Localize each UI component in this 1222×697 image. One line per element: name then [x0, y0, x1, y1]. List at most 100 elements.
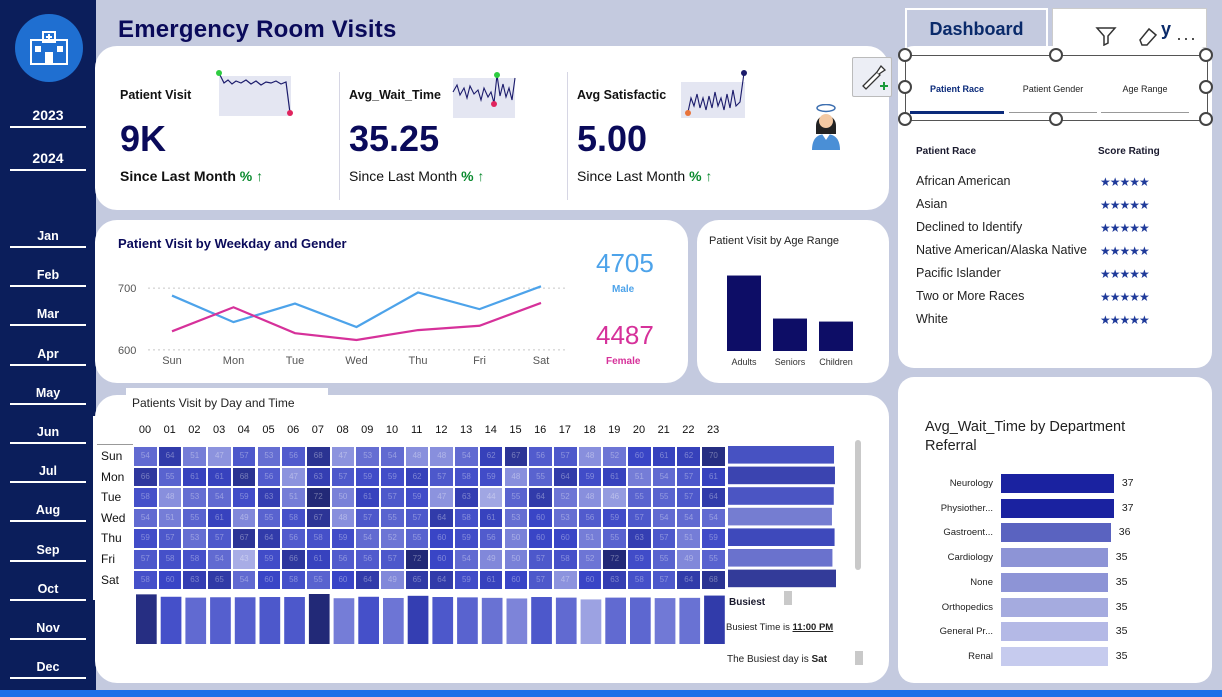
heatmap-cell[interactable]: 58 — [305, 528, 331, 549]
heatmap-cell[interactable]: 54 — [676, 507, 702, 529]
heatmap-cell[interactable]: 49 — [676, 549, 702, 570]
heatmap-cell[interactable]: 59 — [133, 528, 158, 549]
month-filter-button[interactable]: Apr — [10, 347, 86, 366]
heatmap-cell[interactable]: 64 — [552, 466, 578, 488]
heatmap-cell[interactable]: 53 — [355, 446, 380, 467]
heatmap-cell[interactable]: 57 — [380, 487, 405, 508]
heatmap-cell[interactable]: 59 — [330, 528, 356, 549]
heatmap-cell[interactable]: 47 — [330, 446, 356, 467]
heatmap-cell[interactable]: 52 — [602, 446, 627, 467]
heatmap-cell[interactable]: 61 — [701, 466, 726, 488]
heatmap-cell[interactable]: 58 — [281, 569, 306, 591]
heatmap-cell[interactable]: 63 — [256, 487, 282, 508]
heatmap-cell[interactable]: 53 — [182, 487, 208, 508]
heatmap-cell[interactable]: 47 — [429, 487, 455, 508]
heatmap-cell[interactable]: 63 — [182, 569, 208, 591]
heatmap-cell[interactable]: 51 — [627, 466, 652, 488]
heatmap-cell[interactable]: 54 — [651, 466, 677, 488]
heatmap-cell[interactable]: 57 — [528, 549, 553, 570]
heatmap-cell[interactable]: 56 — [330, 549, 356, 570]
heatmap-cell[interactable]: 51 — [157, 507, 183, 529]
heatmap-cell[interactable]: 53 — [552, 507, 578, 529]
heatmap-cell[interactable]: 72 — [404, 549, 430, 570]
heatmap-cell[interactable]: 63 — [602, 569, 627, 591]
heatmap-cell[interactable]: 52 — [552, 487, 578, 508]
heatmap-cell[interactable]: 55 — [182, 507, 208, 529]
heatmap-cell[interactable]: 48 — [404, 446, 430, 467]
heatmap-cell[interactable]: 59 — [577, 466, 603, 488]
month-filter-button[interactable]: Mar — [10, 307, 86, 327]
month-filter-button[interactable]: Dec — [10, 660, 86, 680]
heatmap-cell[interactable]: 60 — [627, 446, 652, 467]
resize-handle[interactable] — [1199, 112, 1213, 126]
heatmap-cell[interactable]: 48 — [503, 466, 529, 488]
heatmap-cell[interactable]: 54 — [651, 507, 677, 529]
heatmap-cell[interactable]: 62 — [404, 466, 430, 488]
tab-patient-race[interactable]: Patient Race — [910, 84, 1004, 94]
heatmap-cell[interactable]: 55 — [503, 487, 529, 508]
heatmap-cell[interactable]: 59 — [454, 569, 479, 591]
heatmap-cell[interactable]: 64 — [429, 569, 455, 591]
heatmap-cell[interactable]: 55 — [404, 528, 430, 549]
resize-handle[interactable] — [898, 80, 912, 94]
heatmap-cell[interactable]: 60 — [528, 507, 553, 529]
heatmap-cell[interactable]: 55 — [256, 507, 282, 529]
month-filter-button[interactable]: Sep — [10, 543, 86, 562]
heatmap-cell[interactable]: 51 — [577, 528, 603, 549]
heatmap-cell[interactable]: 54 — [454, 549, 479, 570]
heatmap-cell[interactable]: 51 — [676, 528, 702, 549]
heatmap-cell[interactable]: 50 — [330, 487, 356, 508]
heatmap-cell[interactable]: 64 — [528, 487, 553, 508]
heatmap-cell[interactable]: 57 — [207, 528, 232, 549]
heatmap-cell[interactable]: 54 — [207, 487, 232, 508]
eraser-icon[interactable] — [1136, 24, 1160, 48]
heatmap-cell[interactable]: 58 — [133, 487, 158, 508]
heatmap-cell[interactable]: 60 — [256, 569, 282, 591]
heatmap-cell[interactable]: 58 — [182, 549, 208, 570]
heatmap-cell[interactable]: 58 — [627, 569, 652, 591]
heatmap-cell[interactable]: 60 — [157, 569, 183, 591]
heatmap-cell[interactable]: 63 — [627, 528, 652, 549]
heatmap-cell[interactable]: 54 — [355, 528, 380, 549]
resize-handle[interactable] — [1049, 48, 1063, 62]
heatmap-cell[interactable]: 55 — [627, 487, 652, 508]
heatmap-cell[interactable]: 53 — [503, 507, 529, 529]
heatmap-cell[interactable]: 55 — [380, 507, 405, 529]
heatmap-cell[interactable]: 57 — [676, 487, 702, 508]
heatmap-cell[interactable]: 53 — [182, 528, 208, 549]
heatmap-cell[interactable]: 61 — [305, 549, 331, 570]
heatmap-cell[interactable]: 43 — [231, 549, 257, 570]
heatmap-cell[interactable]: 48 — [577, 487, 603, 508]
heatmap-cell[interactable]: 55 — [701, 549, 726, 570]
heatmap-cell[interactable]: 50 — [503, 528, 529, 549]
heatmap-cell[interactable]: 60 — [503, 569, 529, 591]
heatmap-cell[interactable]: 60 — [528, 528, 553, 549]
heatmap-cell[interactable]: 60 — [330, 569, 356, 591]
heatmap-cell[interactable]: 59 — [256, 549, 282, 570]
heatmap-cell[interactable]: 67 — [231, 528, 257, 549]
heatmap-cell[interactable]: 57 — [676, 466, 702, 488]
heatmap-scrollbar[interactable] — [855, 440, 861, 570]
month-filter-button[interactable]: Nov — [10, 621, 86, 640]
heatmap-cell[interactable]: 59 — [404, 487, 430, 508]
heatmap-cell[interactable]: 64 — [701, 487, 726, 508]
heatmap-cell[interactable]: 57 — [355, 507, 380, 529]
heatmap-cell[interactable]: 61 — [182, 466, 208, 488]
heatmap-cell[interactable]: 63 — [454, 487, 479, 508]
heatmap-cell[interactable]: 47 — [552, 569, 578, 591]
heatmap-cell[interactable]: 57 — [330, 466, 356, 488]
month-filter-button[interactable]: Oct — [10, 582, 86, 601]
heatmap-cell[interactable]: 54 — [380, 446, 405, 467]
heatmap-cell[interactable]: 56 — [478, 528, 504, 549]
heatmap-cell[interactable]: 59 — [355, 466, 380, 488]
heatmap-cell[interactable]: 59 — [454, 528, 479, 549]
month-filter-button[interactable]: Jun — [10, 425, 86, 444]
heatmap-cell[interactable]: 57 — [651, 569, 677, 591]
dashboard-nav-button[interactable]: Dashboard — [905, 8, 1048, 48]
heatmap-cell[interactable]: 51 — [281, 487, 306, 508]
heatmap-cell[interactable]: 57 — [651, 528, 677, 549]
month-filter-button[interactable]: Jan — [10, 229, 86, 248]
busiest-scroll-thumb[interactable] — [784, 591, 792, 605]
resize-handle[interactable] — [1049, 112, 1063, 126]
heatmap-cell[interactable]: 56 — [577, 507, 603, 529]
